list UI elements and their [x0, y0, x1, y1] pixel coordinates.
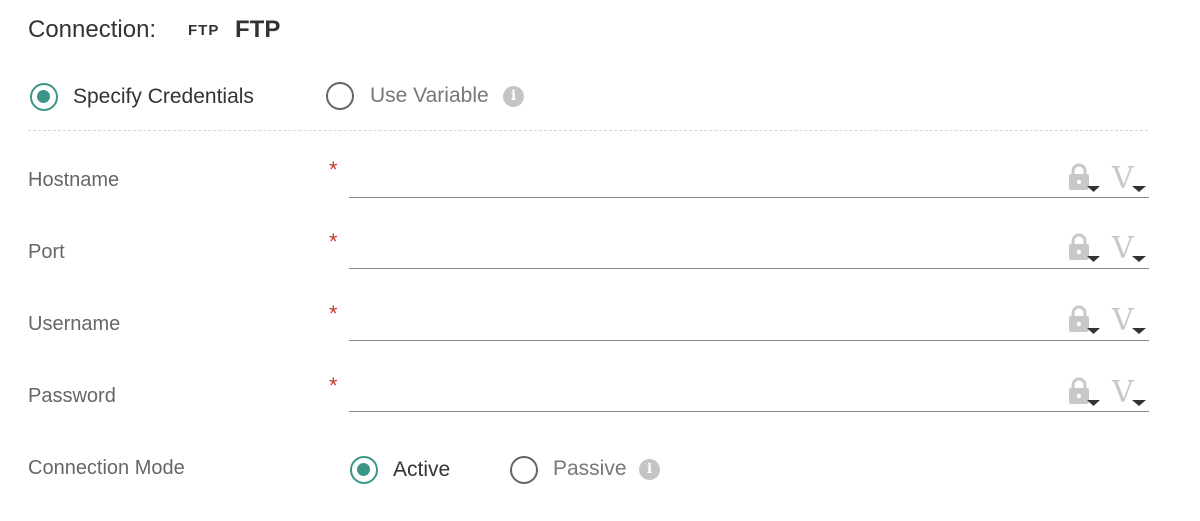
port-lock-dropdown-icon[interactable] — [1066, 232, 1100, 266]
specify-credentials-label[interactable]: Specify Credentials — [73, 85, 254, 109]
password-label: Password — [28, 385, 116, 407]
connection-mode-label: Connection Mode — [28, 457, 185, 479]
specify-credentials-radio[interactable] — [30, 83, 58, 111]
username-label: Username — [28, 313, 121, 335]
password-lock-dropdown-icon[interactable] — [1066, 376, 1100, 410]
password-required-marker: * — [329, 373, 338, 398]
hostname-lock-dropdown-icon[interactable] — [1066, 162, 1100, 196]
password-variable-dropdown-icon[interactable]: V — [1112, 376, 1148, 412]
hostname-required-marker: * — [329, 157, 338, 182]
password-underline — [349, 411, 1149, 412]
username-required-marker: * — [329, 301, 338, 326]
port-label: Port — [28, 241, 65, 263]
ftp-connector-badge-icon: FTP — [188, 22, 220, 39]
hostname-input[interactable] — [349, 166, 1053, 198]
port-underline — [349, 268, 1149, 269]
use-variable-info-icon[interactable]: i — [503, 86, 524, 107]
ftp-connection-form: Connection: FTP FTP Specify Credentials … — [0, 0, 1200, 521]
hostname-underline — [349, 197, 1149, 198]
password-input[interactable] — [349, 380, 1053, 412]
username-variable-dropdown-icon[interactable]: V — [1112, 304, 1148, 340]
use-variable-radio[interactable] — [326, 82, 354, 110]
username-underline — [349, 340, 1149, 341]
port-required-marker: * — [329, 229, 338, 254]
port-variable-dropdown-icon[interactable]: V — [1112, 232, 1148, 268]
hostname-variable-dropdown-icon[interactable]: V — [1112, 162, 1148, 198]
connection-label: Connection: — [28, 16, 157, 43]
port-input[interactable] — [349, 236, 1053, 268]
passive-mode-radio[interactable] — [510, 456, 538, 484]
passive-mode-info-icon[interactable]: i — [639, 459, 660, 480]
username-input[interactable] — [349, 308, 1053, 340]
connection-name: FTP — [235, 16, 281, 43]
section-divider — [28, 130, 1148, 131]
username-lock-dropdown-icon[interactable] — [1066, 304, 1100, 338]
use-variable-label[interactable]: Use Variable — [370, 84, 489, 108]
hostname-label: Hostname — [28, 169, 120, 191]
active-mode-radio[interactable] — [350, 456, 378, 484]
active-mode-label[interactable]: Active — [393, 458, 450, 482]
passive-mode-label[interactable]: Passive — [553, 457, 627, 481]
